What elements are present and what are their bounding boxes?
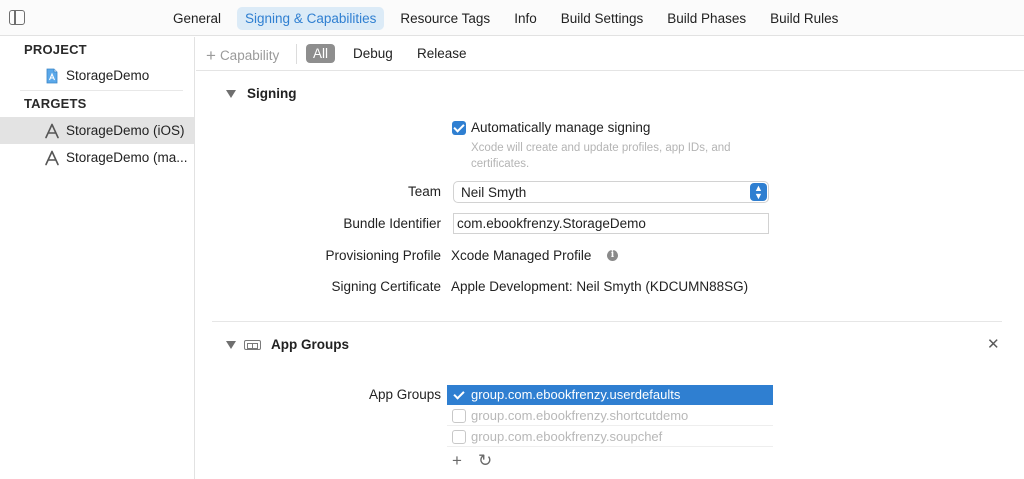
- sidebar-item-project[interactable]: StorageDemo: [0, 62, 194, 89]
- app-groups-section-title: App Groups: [271, 337, 349, 352]
- app-target-icon: [44, 150, 60, 166]
- profile-label-box: Provisioning Profile: [196, 248, 441, 268]
- provisioning-profile-value: Xcode Managed Profile: [451, 248, 592, 263]
- refresh-icon[interactable]: ↻: [478, 451, 492, 471]
- editor-tabs: General Signing & Capabilities Resource …: [165, 7, 854, 30]
- list-item[interactable]: group.com.ebookfrenzy.userdefaults: [447, 385, 773, 405]
- tab-resource-tags[interactable]: Resource Tags: [392, 7, 498, 30]
- tab-build-settings[interactable]: Build Settings: [553, 7, 652, 30]
- sidebar-divider: [20, 90, 183, 91]
- sidebar-item-label: StorageDemo: [66, 68, 150, 83]
- add-capability-button[interactable]: + Capability: [206, 45, 279, 65]
- sidebar-item-label: StorageDemo (ma...: [66, 150, 188, 165]
- app-groups-disclosure-icon[interactable]: [226, 341, 236, 349]
- capabilities-toolbar: + Capability All Debug Release: [196, 37, 1024, 71]
- app-groups-label: App Groups: [368, 387, 441, 402]
- close-icon[interactable]: ✕: [987, 335, 1000, 353]
- signing-disclosure-icon[interactable]: [226, 90, 236, 98]
- app-group-id: group.com.ebookfrenzy.shortcutdemo: [471, 408, 689, 423]
- team-label-box: Team: [196, 184, 441, 204]
- list-item[interactable]: group.com.ebookfrenzy.soupchef: [447, 427, 773, 447]
- sidebar-item-target-ios[interactable]: StorageDemo (iOS): [0, 117, 194, 144]
- signing-certificate-value: Apple Development: Neil Smyth (KDCUMN88S…: [451, 279, 749, 294]
- sidebar-toggle-icon[interactable]: [9, 10, 25, 25]
- bundle-identifier-input[interactable]: [454, 214, 768, 233]
- bundle-identifier-field[interactable]: [453, 213, 769, 234]
- auto-manage-signing-label: Automatically manage signing: [471, 120, 651, 135]
- team-value: Neil Smyth: [461, 185, 527, 200]
- app-group-checkbox[interactable]: [452, 430, 466, 444]
- team-label: Team: [407, 184, 441, 199]
- list-item[interactable]: group.com.ebookfrenzy.shortcutdemo: [447, 406, 773, 426]
- capabilities-editor: Signing Automatically manage signing Xco…: [196, 72, 1024, 479]
- tab-build-phases[interactable]: Build Phases: [659, 7, 754, 30]
- auto-manage-signing-checkbox[interactable]: [452, 121, 466, 135]
- info-icon[interactable]: i: [607, 250, 618, 261]
- project-file-icon: [44, 68, 60, 84]
- toolbar-divider: [296, 44, 297, 64]
- add-capability-label: Capability: [219, 48, 280, 63]
- app-groups-capability-icon: [244, 340, 261, 350]
- auto-manage-signing-hint: Xcode will create and update profiles, a…: [471, 142, 731, 170]
- certificate-label-box: Signing Certificate: [196, 279, 441, 299]
- filter-debug[interactable]: Debug: [346, 44, 400, 63]
- stepper-arrows-icon: ▲ ▼: [750, 183, 767, 201]
- sidebar-item-target-mac[interactable]: StorageDemo (ma...: [0, 144, 194, 171]
- tab-signing-capabilities[interactable]: Signing & Capabilities: [237, 7, 385, 30]
- app-group-id: group.com.ebookfrenzy.soupchef: [471, 429, 663, 444]
- section-divider: [212, 321, 1002, 322]
- app-group-id: group.com.ebookfrenzy.userdefaults: [471, 387, 681, 402]
- bundle-label-box: Bundle Identifier: [196, 216, 441, 236]
- tab-general[interactable]: General: [165, 7, 229, 30]
- signing-certificate-label: Signing Certificate: [331, 279, 441, 294]
- bundle-identifier-label: Bundle Identifier: [343, 216, 441, 231]
- filter-release[interactable]: Release: [410, 44, 474, 63]
- app-groups-label-box: App Groups: [196, 387, 441, 407]
- targets-section-header: TARGETS: [24, 96, 87, 111]
- app-group-checkbox[interactable]: [452, 409, 466, 423]
- signing-section-title: Signing: [247, 86, 297, 101]
- app-target-icon: [44, 123, 60, 139]
- tab-build-rules[interactable]: Build Rules: [762, 7, 846, 30]
- plus-icon: +: [206, 46, 216, 65]
- project-section-header: PROJECT: [24, 42, 87, 57]
- app-group-checkbox[interactable]: [452, 388, 466, 402]
- editor-tab-bar: General Signing & Capabilities Resource …: [0, 0, 1024, 36]
- sidebar-item-label: StorageDemo (iOS): [66, 123, 185, 138]
- filter-all[interactable]: All: [306, 44, 336, 63]
- add-group-plus-icon[interactable]: +: [452, 451, 462, 471]
- project-navigator: PROJECT StorageDemo TARGETS StorageDemo …: [0, 37, 195, 479]
- provisioning-profile-label: Provisioning Profile: [325, 248, 441, 263]
- tab-info[interactable]: Info: [506, 7, 545, 30]
- team-select[interactable]: Neil Smyth ▲ ▼: [453, 181, 769, 203]
